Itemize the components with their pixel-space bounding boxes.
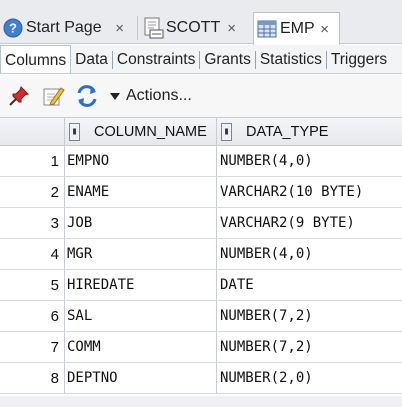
data-type-cell[interactable]: NUMBER(7,2) <box>216 301 402 331</box>
sort-icon: ▮ <box>221 123 232 141</box>
header-label: DATA_TYPE <box>246 124 329 140</box>
close-icon[interactable]: × <box>227 20 236 37</box>
data-type-cell[interactable]: NUMBER(2,0) <box>216 363 402 393</box>
table-row[interactable]: 2 ENAME VARCHAR2(10 BYTE) <box>0 177 402 208</box>
column-name-cell[interactable]: HIREDATE <box>64 270 216 300</box>
pin-icon[interactable] <box>6 83 32 109</box>
columns-grid: ▮ COLUMN_NAME ▮ DATA_TYPE 1 EMPNO NUMBER… <box>0 117 402 394</box>
tab-grants[interactable]: Grants <box>200 51 256 69</box>
column-name-cell[interactable]: SAL <box>64 301 216 331</box>
grid-empty-area <box>0 396 402 407</box>
tab-label: EMP <box>280 20 315 37</box>
column-name-cell[interactable]: MGR <box>64 239 216 269</box>
data-type-cell[interactable]: DATE <box>216 270 402 300</box>
table-row[interactable]: 3 JOB VARCHAR2(9 BYTE) <box>0 208 402 239</box>
column-name-cell[interactable]: DEPTNO <box>64 363 216 393</box>
data-type-cell[interactable]: VARCHAR2(9 BYTE) <box>216 208 402 238</box>
header-label: COLUMN_NAME <box>94 124 207 140</box>
row-number: 3 <box>50 214 59 232</box>
actions-label: Actions... <box>126 87 192 104</box>
toolbar: Actions... <box>0 75 402 117</box>
row-number: 8 <box>50 369 59 387</box>
row-number: 7 <box>50 338 59 356</box>
close-icon[interactable]: × <box>320 21 329 38</box>
table-icon <box>256 18 278 40</box>
column-header-data-type[interactable]: ▮ DATA_TYPE <box>216 118 402 146</box>
column-header-column-name[interactable]: ▮ COLUMN_NAME <box>64 118 216 146</box>
tab-statistics[interactable]: Statistics <box>256 51 327 69</box>
object-sub-tabs: Columns Data Constraints Grants Statisti… <box>0 45 402 74</box>
row-number: 1 <box>50 152 59 170</box>
data-type-cell[interactable]: NUMBER(4,0) <box>216 239 402 269</box>
tab-triggers[interactable]: Triggers <box>327 51 391 69</box>
tab-label: SCOTT <box>166 19 221 36</box>
table-row[interactable]: 1 EMPNO NUMBER(4,0) <box>0 146 402 177</box>
sql-connection-icon <box>142 17 164 39</box>
tab-data[interactable]: Data <box>71 51 113 69</box>
column-name-cell[interactable]: COMM <box>64 332 216 362</box>
column-name-cell[interactable]: JOB <box>64 208 216 238</box>
tab-scott[interactable]: SCOTT × <box>140 12 246 44</box>
tab-label: Start Page <box>26 19 102 36</box>
table-row[interactable]: 6 SAL NUMBER(7,2) <box>0 301 402 332</box>
row-number: 6 <box>50 307 59 325</box>
table-row[interactable]: 7 COMM NUMBER(7,2) <box>0 332 402 363</box>
grid-header: ▮ COLUMN_NAME ▮ DATA_TYPE <box>0 117 402 146</box>
tab-start-page[interactable]: ? Start Page × <box>0 12 138 44</box>
row-number: 2 <box>50 183 59 201</box>
close-icon[interactable]: × <box>115 20 124 37</box>
actions-menu-button[interactable]: Actions... <box>110 87 192 105</box>
column-name-cell[interactable]: EMPNO <box>64 146 216 176</box>
tab-columns[interactable]: Columns <box>0 45 72 73</box>
tab-separator <box>137 16 138 40</box>
chevron-down-icon <box>110 92 120 100</box>
table-row[interactable]: 5 HIREDATE DATE <box>0 270 402 301</box>
data-type-cell[interactable]: NUMBER(4,0) <box>216 146 402 176</box>
table-row[interactable]: 8 DEPTNO NUMBER(2,0) <box>0 363 402 394</box>
row-number: 4 <box>50 245 59 263</box>
table-row[interactable]: 4 MGR NUMBER(4,0) <box>0 239 402 270</box>
tab-emp[interactable]: EMP × <box>253 12 340 45</box>
data-type-cell[interactable]: VARCHAR2(10 BYTE) <box>216 177 402 207</box>
data-type-cell[interactable]: NUMBER(7,2) <box>216 332 402 362</box>
edit-icon[interactable] <box>40 83 66 109</box>
row-number: 5 <box>50 276 59 294</box>
sort-icon: ▮ <box>69 123 80 141</box>
refresh-icon[interactable] <box>74 83 100 109</box>
svg-text:?: ? <box>9 21 17 36</box>
column-name-cell[interactable]: ENAME <box>64 177 216 207</box>
help-icon: ? <box>2 17 24 39</box>
document-tab-strip: ? Start Page × SCOTT × EMP × <box>0 0 402 45</box>
tab-constraints[interactable]: Constraints <box>113 51 201 69</box>
